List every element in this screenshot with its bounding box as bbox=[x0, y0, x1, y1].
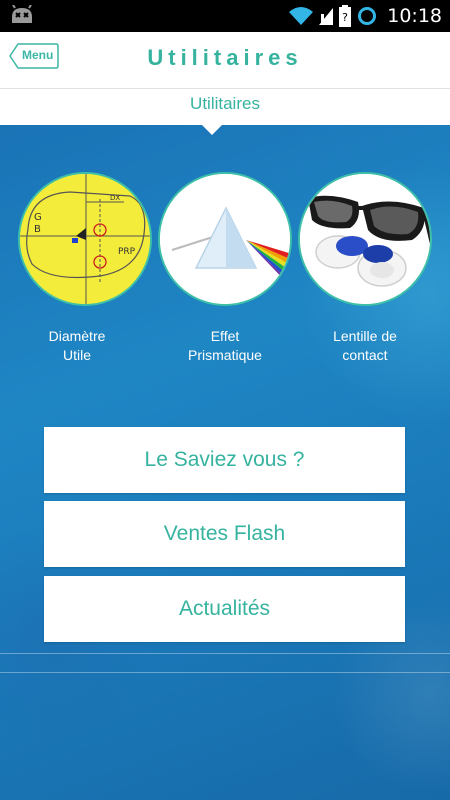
ventes-flash-button[interactable]: Ventes Flash bbox=[44, 501, 405, 567]
page-title: Utilitaires bbox=[147, 45, 303, 70]
status-bar: ? 10:18 bbox=[0, 0, 450, 32]
tool-label-lentille: Lentille de contact bbox=[298, 327, 432, 365]
footer-divider bbox=[0, 653, 450, 654]
svg-text:DX: DX bbox=[110, 194, 120, 202]
tool-effet-prismatique[interactable] bbox=[158, 172, 292, 306]
sub-tab-title: Utilitaires bbox=[190, 94, 260, 113]
contact-lens-icon bbox=[300, 174, 430, 304]
sub-tab-bar: Utilitaires bbox=[0, 89, 450, 125]
sync-icon bbox=[358, 7, 377, 25]
signal-icon bbox=[319, 8, 334, 25]
tool-label-line: Diamètre bbox=[48, 328, 106, 344]
status-time: 10:18 bbox=[387, 5, 442, 27]
cyanogen-icon bbox=[12, 5, 32, 23]
tool-label-diametre: Diamètre Utile bbox=[10, 327, 144, 365]
tool-label-line: Prismatique bbox=[188, 347, 262, 363]
actualites-button[interactable]: Actualités bbox=[44, 576, 405, 642]
tool-label-prismatique: Effet Prismatique bbox=[158, 327, 292, 365]
footer-divider bbox=[0, 672, 450, 673]
svg-text:B: B bbox=[34, 224, 41, 235]
tool-label-line: Lentille de bbox=[333, 328, 397, 344]
svg-text:?: ? bbox=[342, 11, 348, 24]
battery-icon: ? bbox=[339, 5, 352, 27]
le-saviez-vous-button[interactable]: Le Saviez vous ? bbox=[44, 427, 405, 493]
diameter-diagram-icon: DX G B PRP bbox=[20, 174, 150, 304]
tool-lentille-de-contact[interactable] bbox=[298, 172, 432, 306]
prism-icon bbox=[160, 174, 290, 304]
svg-text:G: G bbox=[34, 212, 42, 223]
tool-label-line: Effet bbox=[210, 328, 240, 344]
wifi-icon bbox=[289, 7, 314, 25]
app-header: Menu Utilitaires bbox=[0, 32, 450, 88]
tool-label-line: Utile bbox=[62, 347, 91, 363]
tab-pointer bbox=[201, 124, 223, 135]
tool-label-line: contact bbox=[342, 347, 388, 363]
svg-text:PRP: PRP bbox=[118, 247, 136, 257]
tool-diametre-utile[interactable]: DX G B PRP bbox=[18, 172, 152, 306]
